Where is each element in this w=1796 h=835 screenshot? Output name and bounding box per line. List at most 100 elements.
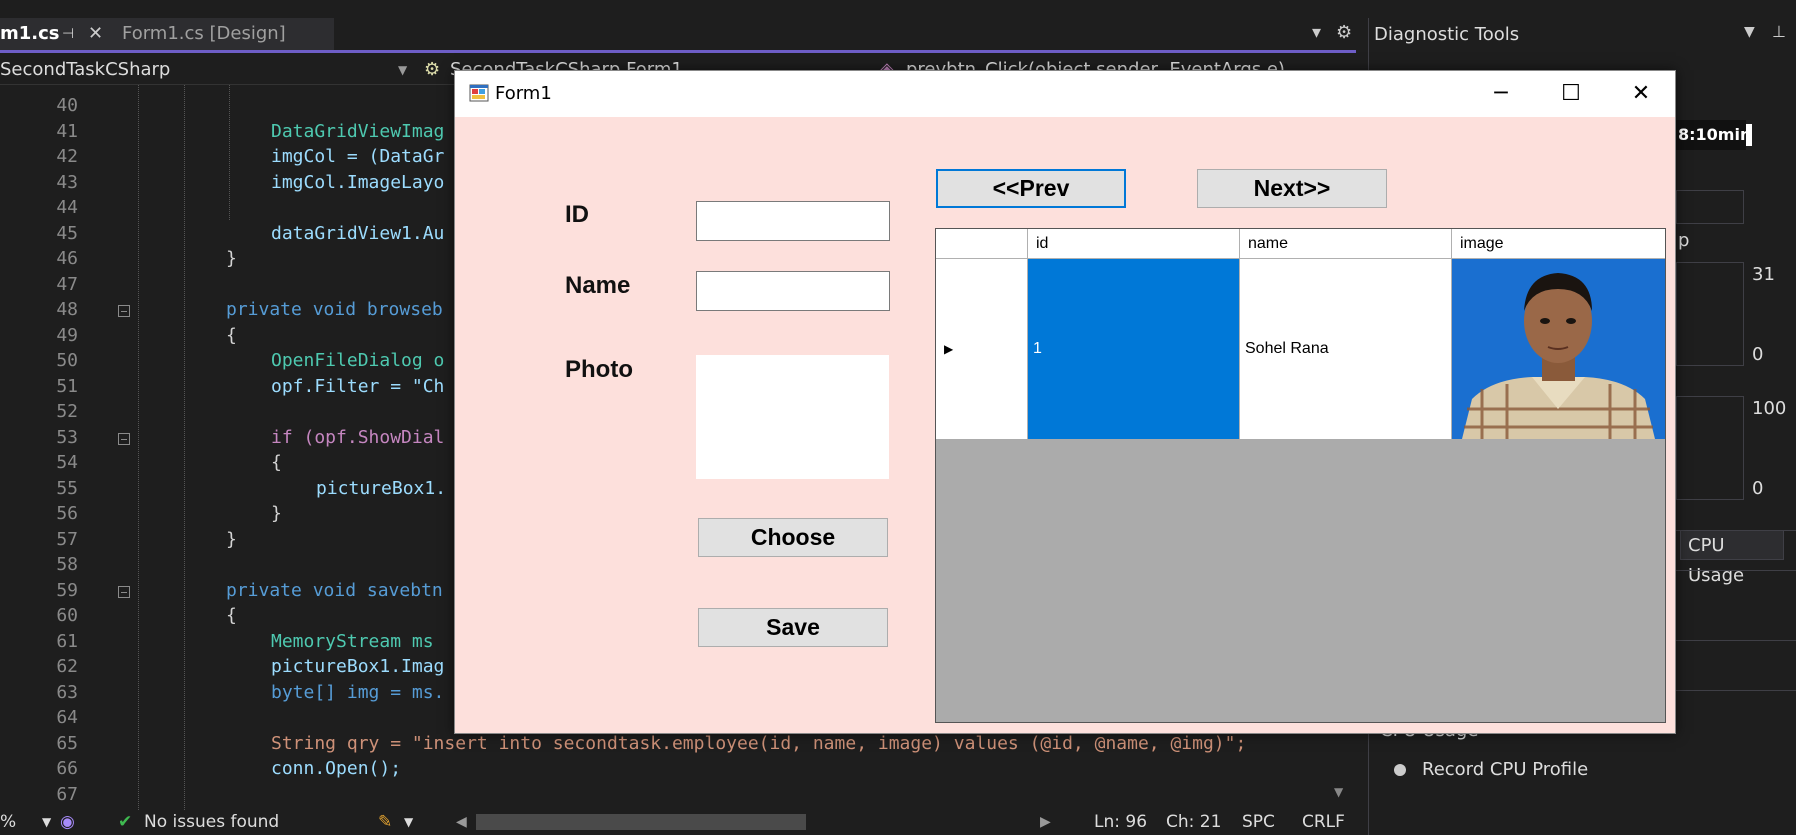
grid-cell-name[interactable]: Sohel Rana bbox=[1240, 259, 1452, 439]
tab-dropdown-icon[interactable]: ▾ bbox=[1312, 22, 1321, 43]
prev-button[interactable]: <<Prev bbox=[936, 169, 1126, 208]
close-icon[interactable]: ✕ bbox=[1607, 71, 1675, 117]
cpu-max: 100 bbox=[1752, 398, 1787, 419]
line-number: 55 bbox=[56, 478, 78, 499]
line-number: 46 bbox=[56, 248, 78, 269]
diag-filter-box[interactable] bbox=[1676, 190, 1744, 224]
scroll-right-icon[interactable]: ▶ bbox=[1040, 810, 1051, 835]
column-header-image[interactable]: image bbox=[1452, 229, 1665, 259]
name-input[interactable] bbox=[696, 271, 890, 311]
line-number: 62 bbox=[56, 656, 78, 677]
horizontal-scrollbar[interactable] bbox=[476, 814, 806, 830]
code-line: } bbox=[226, 529, 237, 550]
tab-form1-cs[interactable]: m1.cs ⊣ ✕ bbox=[0, 18, 112, 50]
record-icon bbox=[1394, 764, 1406, 776]
close-tab-icon[interactable]: ✕ bbox=[88, 18, 103, 50]
line-number: 54 bbox=[56, 452, 78, 473]
next-button[interactable]: Next>> bbox=[1197, 169, 1387, 208]
zoom-level[interactable]: % bbox=[0, 810, 16, 835]
data-grid-view[interactable]: id name image ▶ 1 Sohel Rana bbox=[935, 228, 1666, 723]
fold-toggle[interactable] bbox=[118, 305, 130, 317]
choose-button[interactable]: Choose bbox=[698, 518, 888, 557]
line-ending-indicator[interactable]: CRLF bbox=[1302, 810, 1345, 835]
code-line: opf.Filter = "Ch bbox=[271, 376, 445, 397]
line-number: 58 bbox=[56, 554, 78, 575]
column-header-id[interactable]: id bbox=[1028, 229, 1240, 259]
line-indicator[interactable]: Ln: 96 bbox=[1094, 810, 1147, 835]
line-number: 61 bbox=[56, 631, 78, 652]
line-number: 67 bbox=[56, 784, 78, 805]
line-number: 45 bbox=[56, 223, 78, 244]
code-line: DataGridViewImag bbox=[271, 121, 445, 142]
panel-dropdown-icon[interactable]: ▼ bbox=[1744, 24, 1755, 40]
zoom-dropdown-icon[interactable]: ▼ bbox=[42, 810, 51, 835]
chevron-down-icon[interactable]: ▼ bbox=[398, 63, 407, 77]
column-header-name[interactable]: name bbox=[1240, 229, 1452, 259]
line-number: 60 bbox=[56, 605, 78, 626]
line-number: 64 bbox=[56, 707, 78, 728]
cleanup-brush-icon[interactable]: ✎ bbox=[378, 810, 392, 835]
code-line: dataGridView1.Au bbox=[271, 223, 445, 244]
code-line: if (opf.ShowDial bbox=[271, 427, 445, 448]
issues-status[interactable]: No issues found bbox=[144, 810, 279, 835]
id-input[interactable] bbox=[696, 201, 890, 241]
line-number: 41 bbox=[56, 121, 78, 142]
code-line: MemoryStream ms bbox=[271, 631, 434, 652]
tab-cpu-usage[interactable]: CPU Usage bbox=[1680, 530, 1784, 586]
indent-guide bbox=[184, 85, 185, 810]
code-line: pictureBox1.Imag bbox=[271, 656, 445, 677]
line-number: 53 bbox=[56, 427, 78, 448]
code-line: { bbox=[226, 605, 237, 626]
grid-cell-image[interactable] bbox=[1452, 259, 1665, 439]
column-indicator[interactable]: Ch: 21 bbox=[1166, 810, 1221, 835]
code-line: String qry = "insert into secondtask.emp… bbox=[271, 733, 1247, 754]
minimize-icon[interactable]: ─ bbox=[1467, 71, 1535, 117]
form-titlebar[interactable]: Form1 ─ ☐ ✕ bbox=[455, 71, 1675, 117]
row-header[interactable]: ▶ bbox=[936, 259, 1028, 439]
memory-max: 31 bbox=[1752, 264, 1775, 285]
row-header-corner bbox=[936, 229, 1028, 259]
copilot-icon[interactable]: ◉ bbox=[60, 810, 75, 835]
scroll-down-icon[interactable]: ▼ bbox=[1334, 785, 1343, 799]
project-combo[interactable]: SecondTaskCSharp bbox=[0, 59, 170, 80]
fold-toggle[interactable] bbox=[118, 586, 130, 598]
maximize-icon[interactable]: ☐ bbox=[1537, 71, 1605, 117]
code-line: OpenFileDialog o bbox=[271, 350, 445, 371]
tab-label: Form1.cs [Design] bbox=[122, 23, 286, 44]
timeline-marker[interactable] bbox=[1746, 124, 1752, 146]
line-number: 50 bbox=[56, 350, 78, 371]
code-line: imgCol = (DataGr bbox=[271, 146, 445, 167]
tab-label: m1.cs bbox=[0, 23, 60, 44]
class-icon: ⚙ bbox=[424, 59, 441, 80]
save-button[interactable]: Save bbox=[698, 608, 888, 647]
indent-guide bbox=[229, 85, 230, 220]
code-line: } bbox=[271, 503, 282, 524]
panel-pin-icon[interactable]: ⊥ bbox=[1772, 22, 1786, 41]
id-label: ID bbox=[565, 201, 589, 228]
line-number: 43 bbox=[56, 172, 78, 193]
scroll-left-icon[interactable]: ◀ bbox=[456, 810, 467, 835]
cpu-graph bbox=[1676, 396, 1744, 500]
code-line: { bbox=[226, 325, 237, 346]
timeline-time: 8:10min bbox=[1676, 120, 1751, 150]
memory-graph bbox=[1676, 262, 1744, 366]
cleanup-dropdown-icon[interactable]: ▼ bbox=[404, 810, 413, 835]
line-number: 42 bbox=[56, 146, 78, 167]
fold-toggle[interactable] bbox=[118, 433, 130, 445]
settings-gear-icon[interactable]: ⚙ bbox=[1336, 22, 1352, 43]
form1-window: Form1 ─ ☐ ✕ ID Name Photo Choose Save <<… bbox=[454, 70, 1676, 734]
name-label: Name bbox=[565, 272, 631, 299]
code-line: imgCol.ImageLayo bbox=[271, 172, 445, 193]
line-number: 44 bbox=[56, 197, 78, 218]
grid-cell-id[interactable]: 1 bbox=[1028, 259, 1240, 439]
pin-icon[interactable]: ⊣ bbox=[62, 18, 74, 50]
line-number: 59 bbox=[56, 580, 78, 601]
record-cpu-profile-button[interactable]: Record CPU Profile bbox=[1422, 759, 1588, 780]
tab-form1-design[interactable]: Form1.cs [Design] bbox=[112, 18, 334, 50]
diagnostic-tools-title: Diagnostic Tools bbox=[1374, 24, 1520, 45]
whitespace-indicator[interactable]: SPC bbox=[1242, 810, 1275, 835]
line-number: 63 bbox=[56, 682, 78, 703]
code-line: } bbox=[226, 248, 237, 269]
employee-photo bbox=[1452, 259, 1665, 439]
code-line: private void savebtn bbox=[226, 580, 443, 601]
